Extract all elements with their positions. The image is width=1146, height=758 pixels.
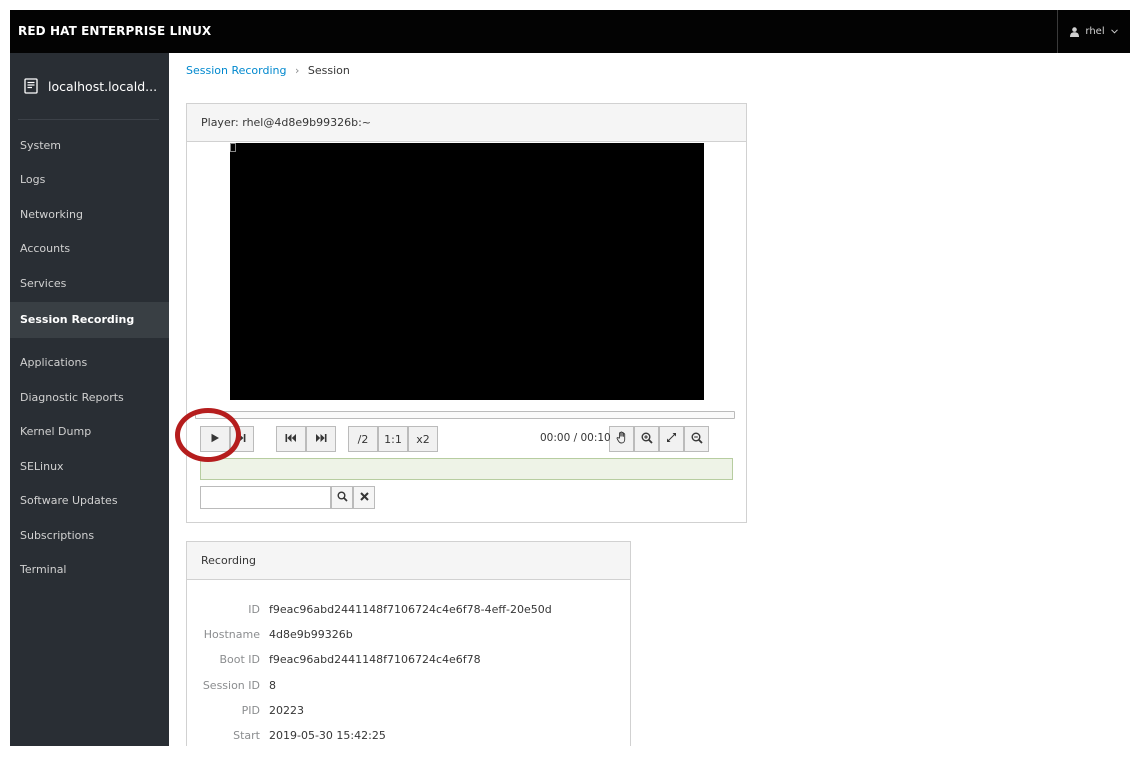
search-button[interactable] <box>331 486 353 509</box>
speed-double-button[interactable]: x2 <box>408 426 438 452</box>
field-label: PID <box>241 704 260 717</box>
terminal-screen[interactable] <box>230 143 704 400</box>
playback-progress-bar[interactable] <box>195 411 735 419</box>
player-panel: Player: rhel@4d8e9b99326b:~ /2 1:1 x2 00… <box>186 103 747 523</box>
chevron-down-icon <box>1110 29 1118 34</box>
speed-half-button[interactable]: /2 <box>348 426 378 452</box>
field-value: f9eac96abd2441148f7106724c4e6f78-4eff-20… <box>269 603 552 616</box>
server-icon <box>24 78 38 94</box>
sidebar-item-software-updates[interactable]: Software Updates <box>10 484 169 518</box>
field-value: 4d8e9b99326b <box>269 628 353 641</box>
field-label: Start <box>233 729 260 742</box>
sidebar-item-terminal[interactable]: Terminal <box>10 553 169 587</box>
fit-to-screen-button[interactable] <box>659 426 684 452</box>
sidebar-item-accounts[interactable]: Accounts <box>10 232 169 266</box>
step-icon <box>237 433 247 446</box>
sidebar-item-logs[interactable]: Logs <box>10 163 169 197</box>
sidebar-item-selinux[interactable]: SELinux <box>10 450 169 484</box>
player-title: Player: rhel@4d8e9b99326b:~ <box>187 104 746 142</box>
zoom-in-icon <box>641 432 653 447</box>
recording-panel: Recording ID f9eac96abd2441148f7106724c4… <box>186 541 631 746</box>
field-value: 20223 <box>269 704 304 717</box>
field-value: f9eac96abd2441148f7106724c4e6f78 <box>269 653 481 666</box>
search-input[interactable] <box>200 486 331 509</box>
search-icon <box>337 491 348 505</box>
user-name: rhel <box>1085 26 1105 37</box>
speed-normal-button[interactable]: 1:1 <box>378 426 408 452</box>
field-label: Hostname <box>203 628 260 641</box>
host-switcher[interactable]: localhost.locald... <box>10 53 169 119</box>
play-button[interactable] <box>200 426 230 452</box>
app-window: RED HAT ENTERPRISE LINUX rhel localhost.… <box>10 10 1130 746</box>
step-button[interactable] <box>230 426 254 452</box>
zoom-in-button[interactable] <box>634 426 659 452</box>
sidebar-item-applications[interactable]: Applications <box>10 346 169 380</box>
search-bar <box>200 486 376 509</box>
breadcrumb-current: Session <box>307 64 350 77</box>
sidebar-item-kernel-dump[interactable]: Kernel Dump <box>10 415 169 449</box>
main-content: Session Recording › Session Player: rhel… <box>169 53 1130 746</box>
breadcrumb-separator: › <box>294 64 300 77</box>
clear-search-button[interactable] <box>353 486 375 509</box>
drag-button[interactable] <box>609 426 634 452</box>
zoom-out-icon <box>691 432 703 447</box>
field-value: 8 <box>269 679 276 692</box>
hand-icon <box>616 431 628 447</box>
host-label: localhost.locald... <box>48 78 158 94</box>
sidebar-item-diagnostic-reports[interactable]: Diagnostic Reports <box>10 381 169 415</box>
brand-title: RED HAT ENTERPRISE LINUX <box>18 24 212 38</box>
play-icon <box>210 433 220 446</box>
sidebar-item-services[interactable]: Services <box>10 267 169 301</box>
terminal-input-area[interactable] <box>200 458 733 480</box>
zoom-out-button[interactable] <box>684 426 709 452</box>
expand-icon <box>666 432 677 446</box>
recording-title: Recording <box>187 542 630 580</box>
sidebar-item-session-recording[interactable]: Session Recording <box>10 302 169 338</box>
field-label: Session ID <box>202 679 260 692</box>
playback-time: 00:00 / 00:10 <box>540 432 611 444</box>
field-label: ID <box>248 603 260 616</box>
user-icon <box>1070 26 1080 37</box>
sidebar-item-networking[interactable]: Networking <box>10 198 169 232</box>
user-menu[interactable]: rhel <box>1057 10 1130 53</box>
skip-forward-icon <box>315 433 327 446</box>
skip-backward-button[interactable] <box>276 426 306 452</box>
terminal-cursor <box>230 143 236 152</box>
field-label: Boot ID <box>219 653 260 666</box>
skip-backward-icon <box>285 433 297 446</box>
sidebar-item-system[interactable]: System <box>10 129 169 163</box>
breadcrumb: Session Recording › Session <box>186 64 350 77</box>
field-value: 2019-05-30 15:42:25 <box>269 729 386 742</box>
top-bar: RED HAT ENTERPRISE LINUX rhel <box>10 10 1130 53</box>
breadcrumb-parent-link[interactable]: Session Recording <box>186 64 286 77</box>
sidebar-item-subscriptions[interactable]: Subscriptions <box>10 519 169 553</box>
sidebar: localhost.locald... System Logs Networki… <box>10 53 169 746</box>
close-icon <box>359 491 369 504</box>
sidebar-divider <box>18 119 159 120</box>
skip-forward-button[interactable] <box>306 426 336 452</box>
